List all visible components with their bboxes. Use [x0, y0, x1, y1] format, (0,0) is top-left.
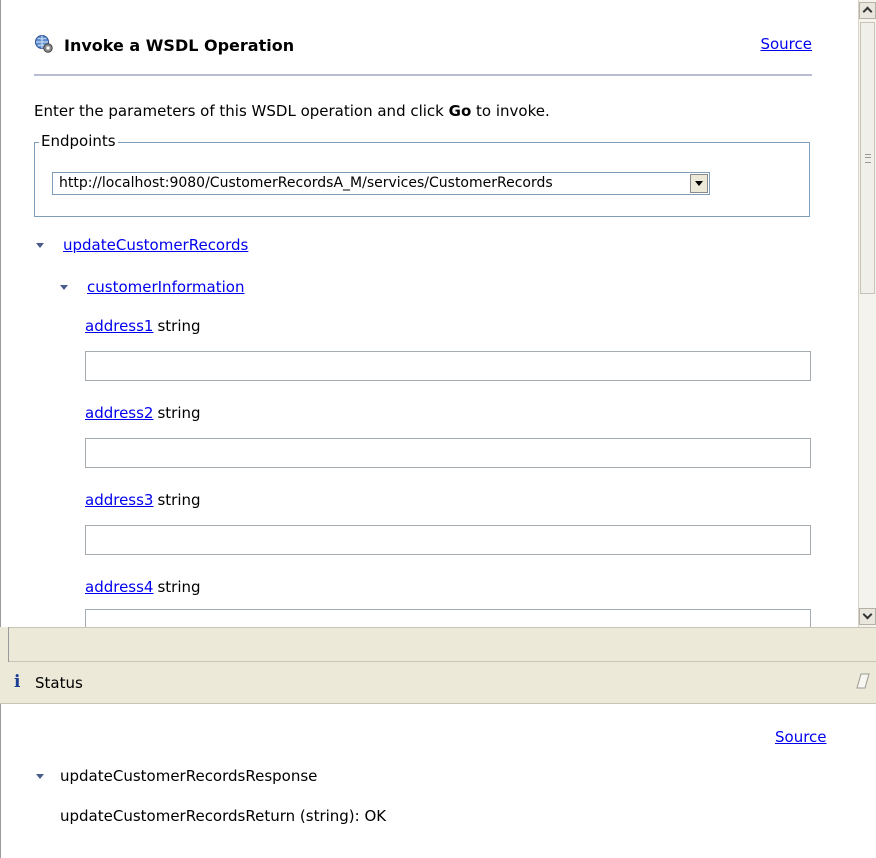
vertical-scrollbar[interactable] — [858, 0, 876, 627]
field-name-link[interactable]: address1 — [85, 317, 153, 335]
info-icon: i — [14, 672, 21, 692]
status-toolbar: i Status — [0, 662, 876, 704]
return-value-text: updateCustomerRecordsReturn (string): OK — [60, 807, 387, 825]
field-type: string — [157, 578, 201, 596]
instructions-post: to invoke. — [471, 102, 550, 120]
field-type: string — [157, 317, 201, 335]
source-link-bottom[interactable]: Source — [775, 728, 827, 746]
web-services-explorer: Invoke a WSDL Operation Source Enter the… — [0, 0, 876, 858]
scroll-down-icon[interactable] — [859, 608, 876, 625]
operation-link[interactable]: updateCustomerRecords — [63, 236, 248, 254]
field-label-address4: address4 string — [85, 578, 201, 596]
field-label-address1: address1 string — [85, 317, 201, 335]
sash-edge — [0, 627, 9, 662]
globe-gear-icon — [35, 35, 53, 53]
field-label-address2: address2 string — [85, 404, 201, 422]
instructions-text: Enter the parameters of this WSDL operat… — [34, 102, 550, 120]
grip-icon — [865, 154, 871, 163]
status-pane: Source updateCustomerRecordsResponse upd… — [0, 704, 876, 858]
field-type: string — [157, 491, 201, 509]
response-name: updateCustomerRecordsResponse — [60, 767, 318, 785]
invoke-header: Invoke a WSDL Operation Source — [34, 34, 812, 60]
source-link-top[interactable]: Source — [760, 35, 812, 53]
parameter-link[interactable]: customerInformation — [87, 278, 244, 296]
endpoint-selected-value: http://localhost:9080/CustomerRecordsA_M… — [59, 175, 553, 191]
endpoint-select[interactable]: http://localhost:9080/CustomerRecordsA_M… — [52, 172, 710, 195]
endpoints-fieldset: Endpoints http://localhost:9080/Customer… — [34, 132, 810, 217]
invoke-pane: Invoke a WSDL Operation Source Enter the… — [0, 0, 858, 627]
field-name-link[interactable]: address3 — [85, 491, 153, 509]
address1-input[interactable] — [85, 351, 811, 381]
scroll-thumb[interactable] — [860, 22, 875, 294]
page-title: Invoke a WSDL Operation — [64, 36, 295, 55]
dropdown-arrow-icon[interactable] — [690, 174, 708, 193]
endpoints-legend: Endpoints — [39, 132, 118, 150]
address3-input[interactable] — [85, 525, 811, 555]
scroll-up-icon[interactable] — [859, 2, 876, 19]
pane-sash[interactable] — [9, 627, 876, 662]
title-divider — [34, 74, 812, 76]
field-label-address3: address3 string — [85, 491, 201, 509]
collapse-triangle-icon[interactable] — [60, 285, 68, 290]
address4-input[interactable] — [85, 609, 811, 627]
field-name-link[interactable]: address2 — [85, 404, 153, 422]
field-name-link[interactable]: address4 — [85, 578, 153, 596]
field-type: string — [157, 404, 201, 422]
instructions-go: Go — [448, 102, 472, 120]
instructions-pre: Enter the parameters of this WSDL operat… — [34, 102, 449, 120]
eraser-icon[interactable] — [856, 672, 870, 690]
collapse-triangle-icon[interactable] — [36, 243, 44, 248]
collapse-triangle-icon[interactable] — [36, 774, 44, 779]
status-title: Status — [35, 674, 83, 692]
address2-input[interactable] — [85, 438, 811, 468]
